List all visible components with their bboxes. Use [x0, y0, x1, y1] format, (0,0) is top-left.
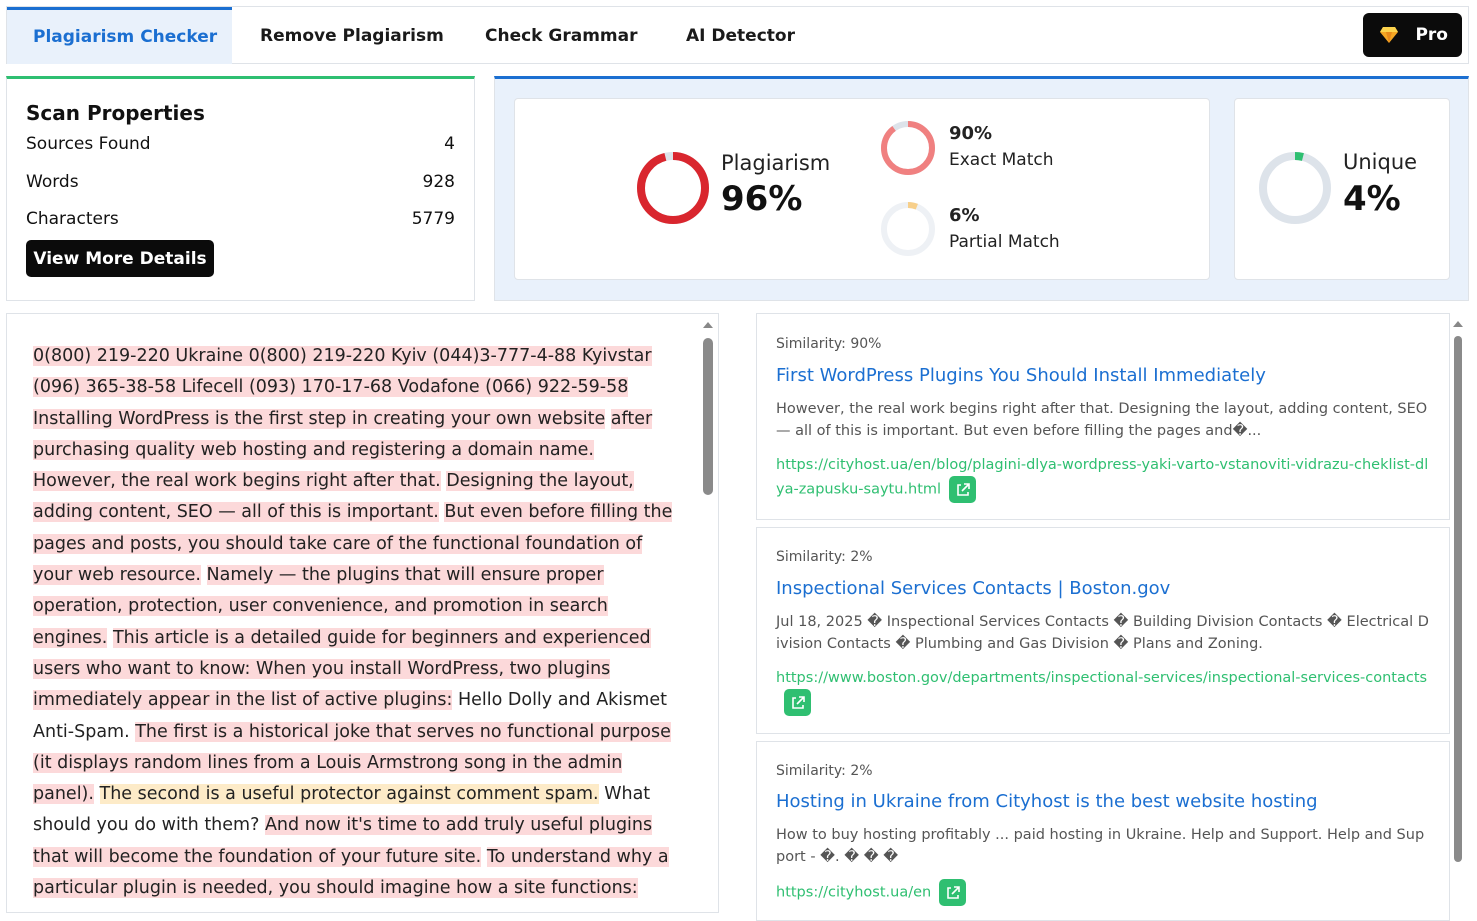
source-card-3: Similarity: 2% Hosting in Ukraine from C…: [756, 741, 1450, 921]
source-snippet: However, the real work begins right afte…: [776, 401, 1428, 439]
sources-scrollbar-thumb[interactable]: [1454, 336, 1462, 862]
unique-card: Unique 4%: [1234, 98, 1450, 280]
partial-match-label: Partial Match: [949, 232, 1060, 252]
plagiarism-card: Plagiarism 96% 90% Exact Match 6% Partia…: [514, 98, 1210, 280]
source-title-link[interactable]: Hosting in Ukraine from Cityhost is the …: [776, 791, 1318, 812]
source-url-link[interactable]: https://www.boston.gov/departments/inspe…: [776, 667, 1432, 716]
stats-panel: Plagiarism 96% 90% Exact Match 6% Partia…: [494, 76, 1469, 301]
highlighted-segment[interactable]: 0(800) 219-220 Ukraine 0(800) 219-220 Ky…: [33, 346, 652, 429]
words-value: 928: [422, 172, 455, 192]
source-url-link[interactable]: https://cityhost.ua/en: [776, 879, 1432, 906]
checked-text-panel[interactable]: 0(800) 219-220 Ukraine 0(800) 219-220 Ky…: [6, 313, 719, 913]
exact-match-value: 90%: [949, 123, 993, 144]
unique-label: Unique: [1343, 150, 1418, 174]
pro-label: Pro: [1415, 25, 1448, 45]
scroll-up-icon[interactable]: [703, 322, 713, 328]
highlighted-segment[interactable]: The second is a useful protector against…: [99, 784, 599, 805]
text-scrollbar-thumb[interactable]: [703, 338, 713, 495]
source-url[interactable]: https://cityhost.ua/en: [776, 885, 931, 901]
plagiarism-value: 96%: [721, 179, 803, 219]
view-more-details-button[interactable]: View More Details: [26, 240, 214, 277]
source-title-link[interactable]: First WordPress Plugins You Should Insta…: [776, 365, 1266, 386]
partial-match-value: 6%: [949, 205, 980, 226]
scan-properties-panel: Scan Properties Sources Found 4 Words 92…: [6, 76, 475, 301]
tab-plagiarism-checker[interactable]: Plagiarism Checker: [7, 7, 232, 64]
source-url[interactable]: https://cityhost.ua/en/blog/plagini-dlya…: [776, 457, 1428, 498]
words-label: Words: [26, 172, 79, 192]
source-title-link[interactable]: Inspectional Services Contacts | Boston.…: [776, 578, 1170, 599]
source-card-2: Similarity: 2% Inspectional Services Con…: [756, 527, 1450, 734]
source-snippet: Jul 18, 2025 � Inspectional Services Con…: [776, 614, 1429, 652]
source-card-1: Similarity: 90% First WordPress Plugins …: [756, 313, 1450, 520]
source-url[interactable]: https://www.boston.gov/departments/inspe…: [776, 670, 1427, 686]
tab-ai-detector[interactable]: AI Detector: [686, 7, 795, 64]
external-link-icon[interactable]: [939, 879, 967, 906]
partial-match-donut: [881, 202, 935, 256]
similarity-label: Similarity: 2%: [776, 763, 873, 779]
external-link-icon[interactable]: [784, 689, 811, 716]
exact-match-donut: [881, 121, 935, 175]
unique-donut: [1259, 152, 1331, 224]
tab-remove-plagiarism[interactable]: Remove Plagiarism: [260, 7, 444, 64]
text-segment: [605, 409, 611, 429]
external-link-icon[interactable]: [949, 476, 977, 503]
characters-value: 5779: [411, 209, 455, 229]
text-segment: [201, 565, 207, 585]
text-scrollbar[interactable]: [703, 314, 713, 912]
tab-check-grammar[interactable]: Check Grammar: [485, 7, 638, 64]
sources-scrollbar[interactable]: [1453, 313, 1463, 905]
similarity-label: Similarity: 90%: [776, 336, 882, 352]
tab-bar: Plagiarism Checker Remove Plagiarism Che…: [6, 6, 1469, 64]
pro-button[interactable]: Pro: [1363, 13, 1462, 57]
gem-icon: [1379, 25, 1399, 50]
plagiarism-donut: [637, 152, 709, 224]
text-segment: [481, 847, 487, 867]
characters-label: Characters: [26, 209, 119, 229]
source-url-link[interactable]: https://cityhost.ua/en/blog/plagini-dlya…: [776, 454, 1432, 503]
text-segment: [94, 784, 100, 804]
plagiarism-label: Plagiarism: [721, 151, 831, 175]
similarity-label: Similarity: 2%: [776, 549, 873, 565]
sources-found-label: Sources Found: [26, 134, 151, 154]
source-snippet: How to buy hosting profitably ... paid h…: [776, 827, 1425, 865]
scan-properties-title: Scan Properties: [26, 101, 205, 125]
scroll-up-icon[interactable]: [1453, 321, 1463, 327]
checked-text: 0(800) 219-220 Ukraine 0(800) 219-220 Ky…: [33, 341, 673, 904]
sources-found-value: 4: [444, 134, 455, 154]
unique-value: 4%: [1343, 179, 1401, 219]
highlighted-segment[interactable]: However, the real work begins right afte…: [33, 471, 441, 492]
exact-match-label: Exact Match: [949, 150, 1054, 170]
